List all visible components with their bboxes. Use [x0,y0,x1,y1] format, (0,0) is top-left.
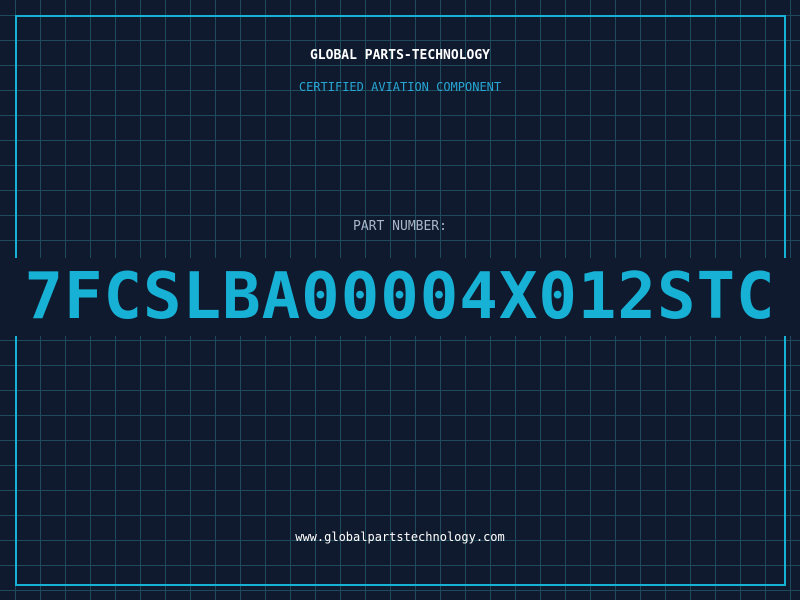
company-title: GLOBAL PARTS-TECHNOLOGY [309,48,490,63]
part-number-label: PART NUMBER: [353,219,447,234]
certificate-page: GLOBAL PARTS-TECHNOLOGY CERTIFIED AVIATI… [0,0,800,600]
certification-subtitle: CERTIFIED AVIATION COMPONENT [298,80,502,94]
part-number-band: 7FCSLBA00004X012STC [0,258,800,336]
website-url: www.globalpartstechnology.com [295,530,505,544]
part-number-value: 7FCSLBA00004X012STC [24,260,776,334]
